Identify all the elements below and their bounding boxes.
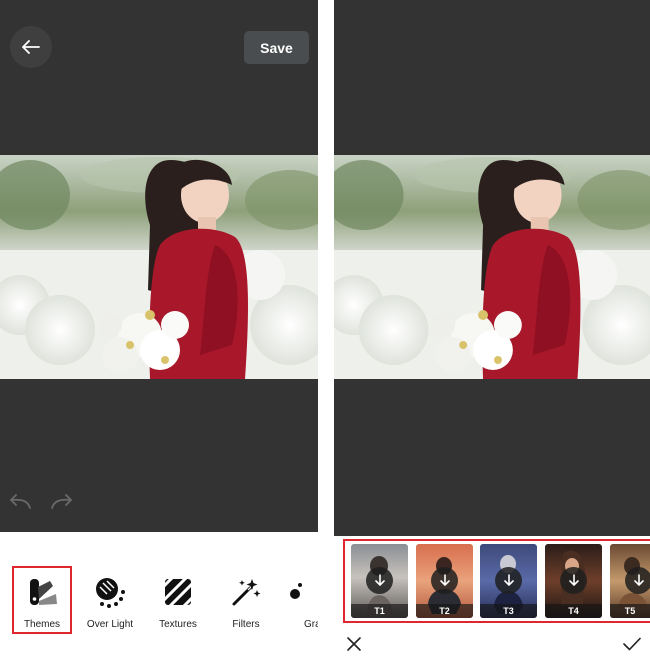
tool-gradient[interactable]: Gra xyxy=(284,566,318,634)
selected-tool-highlight xyxy=(12,566,72,634)
tool-label: Over Light xyxy=(86,619,134,630)
tool-label: Gra xyxy=(304,619,318,630)
redo-icon[interactable] xyxy=(50,493,74,511)
undo-icon[interactable] xyxy=(8,493,32,511)
tool-over-light[interactable]: Over Light xyxy=(80,566,140,634)
checkmark-icon[interactable] xyxy=(622,636,642,652)
arrow-left-icon xyxy=(22,40,40,54)
tool-textures[interactable]: Textures xyxy=(148,566,208,634)
tool-filters[interactable]: Filters xyxy=(216,566,276,634)
theme-list-highlight xyxy=(343,539,650,623)
photo-preview xyxy=(0,155,318,379)
editor-panel-right: T1 T2 T3 T4 T5 xyxy=(334,0,650,660)
back-button[interactable] xyxy=(10,26,52,68)
over-light-icon xyxy=(93,575,127,609)
save-button[interactable]: Save xyxy=(244,31,309,64)
photo-preview xyxy=(334,155,650,379)
close-icon[interactable] xyxy=(346,636,362,652)
tool-label: Textures xyxy=(159,619,197,630)
editor-panel-left: Save Themes Over Light Textures Filters … xyxy=(0,0,318,660)
textures-icon xyxy=(161,575,195,609)
tool-label: Filters xyxy=(232,619,260,630)
gradient-icon xyxy=(284,575,304,609)
magic-wand-icon xyxy=(229,575,263,609)
